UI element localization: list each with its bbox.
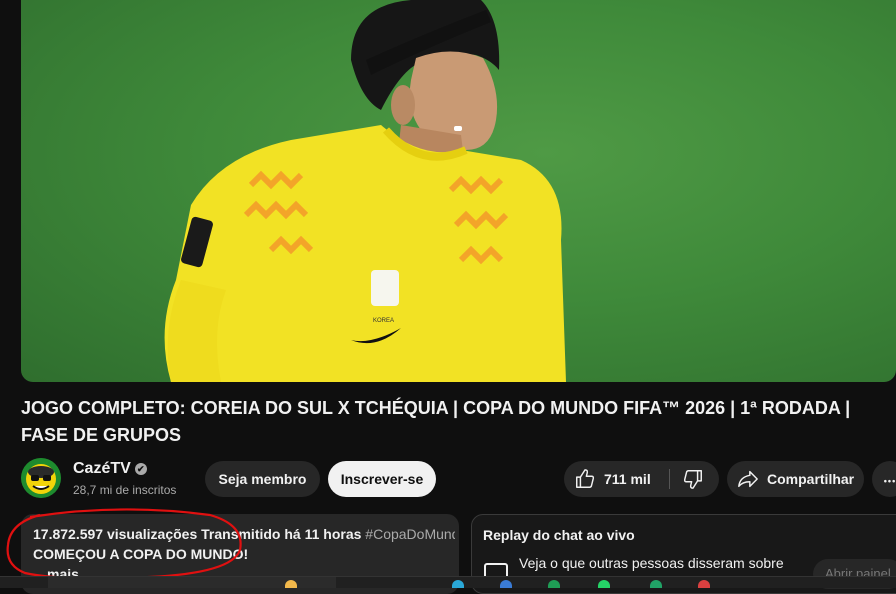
video-player[interactable]: KOREA <box>21 0 896 382</box>
view-stats: 17.872.597 visualizações Transmitido há … <box>33 526 455 542</box>
jersey <box>164 125 567 382</box>
subscribe-button[interactable]: Inscrever-se <box>328 461 436 497</box>
verified-icon: ✔ <box>134 463 147 475</box>
chat-replay-title: Replay do chat ao vivo <box>483 527 635 543</box>
team-crest <box>371 270 399 306</box>
join-button[interactable]: Seja membro <box>205 461 320 497</box>
subscriber-count: 28,7 mi de inscritos <box>73 483 177 497</box>
thumbs-down-icon <box>683 470 702 489</box>
more-icon: ••• <box>883 476 896 486</box>
os-taskbar <box>0 576 896 588</box>
views-and-date: 17.872.597 visualizações Transmitido há … <box>33 526 362 542</box>
thumbs-up-icon <box>576 469 595 488</box>
more-actions-button[interactable]: ••• <box>872 461 896 497</box>
like-dislike-bar: 711 mil <box>564 461 719 497</box>
share-arrow-icon <box>738 470 758 488</box>
chat-replay-subtitle: Veja o que outras pessoas disseram sobre <box>519 555 784 571</box>
channel-name-text[interactable]: CazéTV <box>73 460 131 477</box>
jersey-text: KOREA <box>373 318 394 324</box>
channel-avatar[interactable] <box>21 458 61 498</box>
video-frame: KOREA <box>164 0 567 382</box>
share-label: Compartilhar <box>767 471 855 487</box>
page-gutter <box>0 0 21 587</box>
like-button[interactable]: 711 mil <box>564 461 669 497</box>
like-count: 711 mil <box>604 471 651 487</box>
channel-name[interactable]: CazéTV ✔ <box>73 460 147 478</box>
dislike-button[interactable] <box>670 461 719 497</box>
hashtag-link[interactable]: #CopaDoMundo <box>365 526 455 542</box>
video-title: JOGO COMPLETO: COREIA DO SUL X TCHÉQUIA … <box>21 398 851 445</box>
share-button[interactable]: Compartilhar <box>727 461 864 497</box>
description-text: COMEÇOU A COPA DO MUNDO! <box>33 546 249 562</box>
